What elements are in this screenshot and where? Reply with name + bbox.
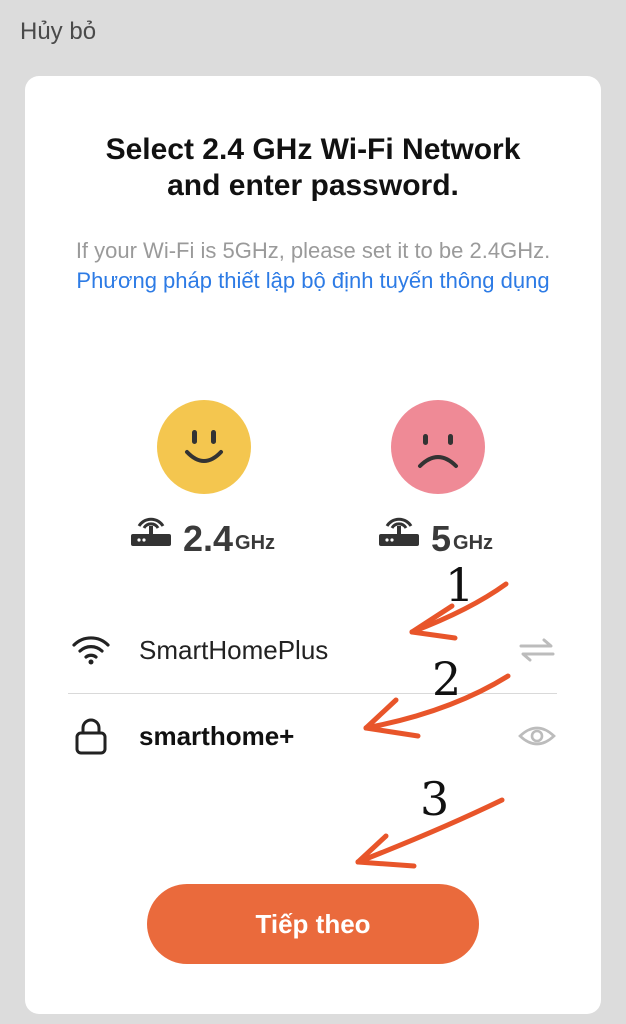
- band-value: 2.4: [183, 518, 234, 559]
- password-row[interactable]: smarthome+: [69, 706, 557, 766]
- sad-face-icon: [391, 400, 485, 494]
- step-number-2: 2: [432, 652, 462, 706]
- happy-face-icon: [157, 400, 251, 494]
- wifi-setup-card: Select 2.4 GHz Wi-Fi Network and enter p…: [25, 76, 601, 1014]
- password-input[interactable]: smarthome+: [139, 721, 517, 752]
- next-button[interactable]: Tiếp theo: [147, 884, 479, 964]
- router-icon: [129, 512, 173, 553]
- wifi-network-row[interactable]: SmartHomePlus: [69, 620, 557, 680]
- router-setup-link[interactable]: Phương pháp thiết lập bộ định tuyến thôn…: [76, 268, 549, 293]
- eye-icon[interactable]: [517, 724, 557, 748]
- band-unit: GHz: [235, 532, 276, 554]
- band-value: 5: [431, 518, 452, 559]
- wifi-icon: [69, 634, 113, 666]
- cancel-button[interactable]: Hủy bỏ: [20, 18, 96, 46]
- divider: [68, 693, 557, 694]
- swap-arrows-icon[interactable]: [517, 637, 557, 663]
- step-number-3: 3: [420, 772, 450, 826]
- description-text: If your Wi-Fi is 5GHz, please set it to …: [75, 238, 551, 263]
- step-number-1: 1: [445, 558, 475, 612]
- router-icon: [377, 512, 421, 553]
- title-line-2: and enter password.: [167, 169, 459, 202]
- band-5ghz: 5 GHz: [377, 513, 493, 559]
- description: If your Wi-Fi is 5GHz, please set it to …: [65, 236, 561, 296]
- page-title: Select 2.4 GHz Wi-Fi Network and enter p…: [25, 132, 601, 204]
- band-unit: GHz: [453, 532, 494, 554]
- title-line-1: Select 2.4 GHz Wi-Fi Network: [105, 133, 521, 166]
- band-2-4ghz: 2.4 GHz: [129, 513, 275, 559]
- lock-icon: [69, 717, 113, 755]
